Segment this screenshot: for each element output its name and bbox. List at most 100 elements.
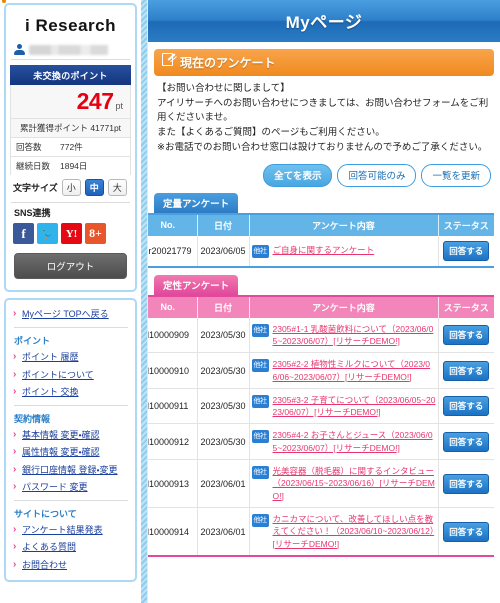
filter-button-row: 全てを表示 回答可能のみ 一覧を更新 (148, 160, 500, 193)
filter-answerable-only-button[interactable]: 回答可能のみ (337, 163, 417, 187)
partner-badge: 他社 (251, 244, 269, 258)
cell-date: 2023/06/05 (197, 235, 250, 268)
partner-badge: 他社 (251, 323, 269, 337)
answer-button[interactable]: 回答する (443, 431, 490, 452)
mypage-screen: i Research 未交換のポイント 247 pt 累計獲得ポイント 41771… (0, 0, 500, 603)
answer-button[interactable]: 回答する (443, 521, 490, 542)
font-size-medium-button[interactable]: 中 (84, 179, 104, 196)
logout-wrap: ログアウト (10, 248, 131, 285)
cell-status: 回答する (438, 388, 494, 425)
partner-badge: 他社 (251, 430, 269, 444)
tab-qualitative[interactable]: 定性アンケート (154, 274, 239, 295)
sidebar-item-basic-info[interactable]: 基本情報 変更・確認 (13, 427, 129, 444)
font-size-control: 文字サイズ 小 中 大 (10, 175, 131, 202)
column-header-date: 日付 (197, 295, 250, 318)
cell-no: rd10000914 (148, 507, 198, 557)
twitter-icon[interactable]: 🐦 (37, 223, 58, 244)
table-row: rd10000912 2023/05/30 他社 2305#4-2 お子さんとジ… (148, 423, 494, 461)
cell-no: rd10000913 (148, 459, 198, 509)
partner-badge: 他社 (251, 466, 269, 480)
sidebar-item-contact[interactable]: お問合わせ (13, 557, 129, 574)
cell-content: 他社 2305#3-2 子育てについて（2023/06/05~2023/06/0… (249, 388, 439, 425)
sidebar-item-about-points[interactable]: ポイントについて (13, 367, 129, 384)
answer-button[interactable]: 回答する (443, 240, 490, 261)
sidebar-item-point-history[interactable]: ポイント 履歴 (13, 349, 129, 366)
survey-link[interactable]: 2305#3-2 子育てについて（2023/06/05~2023/06/07）[… (273, 394, 436, 419)
cell-content: 他社 2305#4-2 お子さんとジュース（2023/06/05~2023/06… (249, 423, 439, 461)
nav-divider (14, 500, 128, 501)
table-row: rd10000911 2023/05/30 他社 2305#3-2 子育てについ… (148, 388, 494, 425)
sidebar-item-point-exchange[interactable]: ポイント 交換 (13, 384, 129, 401)
cell-date: 2023/05/30 (197, 317, 250, 354)
logout-button[interactable]: ログアウト (14, 253, 127, 279)
answer-button[interactable]: 回答する (443, 324, 490, 345)
cell-date: 2023/05/30 (197, 352, 250, 389)
notice-block: 【お問い合わせに関しまして】 アイリサーチへのお問い合わせにつきましては、お問い… (148, 76, 500, 160)
points-value-box: 247 pt (10, 85, 131, 118)
sidebar-nav: Myページ TOPへ戻る ポイント ポイント 履歴 ポイントについて ポイント … (4, 298, 137, 582)
cell-status: 回答する (438, 317, 494, 354)
points-total: 累計獲得ポイント 41771pt (10, 118, 131, 137)
stat-value-streak: 1894日 (60, 161, 88, 171)
sidebar-item-attribute-info[interactable]: 属性情報 変更・確認 (13, 444, 129, 461)
stat-value-answers: 772件 (60, 142, 83, 152)
stat-label-answers: 回答数 (16, 142, 42, 152)
sidebar-item-password-change[interactable]: パスワード 変更 (13, 479, 129, 496)
partner-badge: 他社 (251, 359, 269, 373)
font-size-large-button[interactable]: 大 (107, 179, 127, 196)
survey-link[interactable]: 2305#4-2 お子さんとジュース（2023/06/05~2023/06/07… (273, 429, 436, 454)
survey-link[interactable]: ご自身に関するアンケート (273, 244, 375, 256)
sidebar-item-survey-results[interactable]: アンケート結果発表 (13, 522, 129, 539)
qualitative-survey-block: 定性アンケート No. 日付 アンケート内容 ステータス rd10000909 … (148, 274, 500, 557)
survey-link[interactable]: 光美容器（脱毛器）に関するインタビュー（2023/06/15~2023/06/1… (273, 465, 436, 502)
cell-no: rd10000910 (148, 352, 198, 389)
sidebar: i Research 未交換のポイント 247 pt 累計獲得ポイント 41771… (0, 0, 141, 603)
cell-status: 回答する (438, 235, 494, 268)
googleplus-icon[interactable]: 8+ (85, 223, 106, 244)
font-size-small-button[interactable]: 小 (61, 179, 81, 196)
main-scroll-area[interactable]: Myページ 現在のアンケート 【お問い合わせに関しまして】 アイリサーチへのお問… (148, 0, 500, 603)
table-row: mr20021779 2023/06/05 他社 ご自身に関するアンケート 回答… (148, 235, 494, 268)
cell-no: rd10000909 (148, 317, 198, 354)
table-header-row: No. 日付 アンケート内容 ステータス (148, 295, 494, 318)
user-row (11, 42, 130, 60)
survey-link[interactable]: 2305#1-1 乳酸菌飲料について（2023/06/05~2023/06/07… (273, 323, 436, 348)
sidebar-item-mypage-top[interactable]: Myページ TOPへ戻る (13, 306, 129, 323)
table-gap (148, 268, 500, 275)
facebook-icon[interactable]: f (13, 223, 34, 244)
filter-refresh-list-button[interactable]: 一覧を更新 (421, 163, 491, 187)
notice-line-1: 【お問い合わせに関しまして】 (157, 83, 290, 94)
cell-date: 2023/05/30 (197, 388, 250, 425)
sns-icon-row: f 🐦 Y! 8+ (10, 222, 131, 248)
account-card: i Research 未交換のポイント 247 pt 累計獲得ポイント 41771… (2, 0, 137, 292)
sidebar-item-faq[interactable]: よくある質問 (13, 539, 129, 556)
section-header-label: 現在のアンケート (180, 56, 276, 70)
page-title: Myページ (148, 0, 500, 42)
notice-line-2: アイリサーチへのお問い合わせにつきましては、お問い合わせフォームをご利用ください… (157, 97, 489, 124)
quantitative-survey-table: No. 日付 アンケート内容 ステータス mr20021779 2023/06/… (148, 212, 494, 268)
cell-date: 2023/06/01 (197, 507, 250, 557)
cell-content: 他社 2305#1-1 乳酸菌飲料について（2023/06/05~2023/06… (249, 317, 439, 354)
nav-divider (14, 405, 128, 406)
sidebar-item-bank-account[interactable]: 銀行口座情報 登録・変更 (13, 462, 129, 479)
cell-status: 回答する (438, 423, 494, 461)
cell-no: rd10000912 (148, 423, 198, 461)
table-row: rd10000910 2023/05/30 他社 2305#2-2 植物性ミルク… (148, 352, 494, 389)
tab-quantitative[interactable]: 定量アンケート (154, 192, 239, 213)
survey-link[interactable]: カニカマについて、改善してほしい点を教えてください！（2023/06/10~20… (273, 513, 436, 550)
answer-button[interactable]: 回答する (443, 396, 490, 417)
main-content: Myページ 現在のアンケート 【お問い合わせに関しまして】 アイリサーチへのお問… (147, 0, 500, 603)
filter-show-all-button[interactable]: 全てを表示 (263, 163, 333, 187)
column-header-content: アンケート内容 (249, 213, 439, 236)
answer-button[interactable]: 回答する (443, 473, 490, 494)
column-header-date: 日付 (197, 213, 250, 236)
document-edit-icon (162, 53, 173, 66)
qualitative-survey-table: No. 日付 アンケート内容 ステータス rd10000909 2023/05/… (148, 294, 494, 557)
answer-button[interactable]: 回答する (443, 360, 490, 381)
site-logo[interactable]: i Research (2, 0, 131, 42)
cell-status: 回答する (438, 459, 494, 509)
nav-divider (14, 327, 128, 329)
survey-link[interactable]: 2305#2-2 植物性ミルクについて（2023/06/06~2023/06/0… (273, 358, 436, 383)
yahoo-icon[interactable]: Y! (61, 223, 82, 244)
nav-heading-points: ポイント (14, 336, 51, 347)
